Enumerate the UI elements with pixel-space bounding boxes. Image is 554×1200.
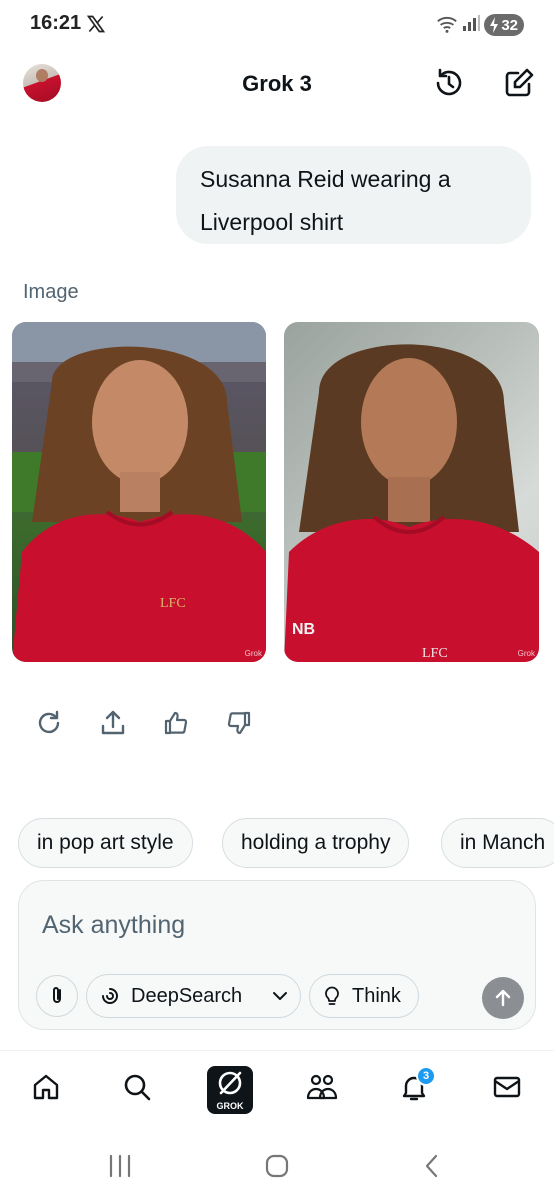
back-chevron-icon xyxy=(425,1154,438,1178)
chevron-down-icon[interactable] xyxy=(270,986,290,1006)
nav-grok[interactable]: GROK xyxy=(207,1066,253,1114)
status-time: 16:21 xyxy=(30,12,82,34)
refresh-icon xyxy=(38,710,60,734)
thumbs-up-button[interactable] xyxy=(159,706,193,740)
search-icon xyxy=(124,1074,151,1101)
thumbs-down-button[interactable] xyxy=(222,706,256,740)
svg-text:LFC: LFC xyxy=(160,596,186,611)
grok-logo-icon xyxy=(218,1071,242,1095)
recents-button[interactable] xyxy=(104,1150,136,1182)
generated-image-2[interactable]: LFC NB Grok xyxy=(284,322,539,662)
generated-image-1[interactable]: LFC Grok xyxy=(12,322,266,662)
recents-icon xyxy=(109,1154,131,1178)
people-icon xyxy=(306,1074,338,1100)
system-navigation xyxy=(0,1130,554,1200)
signal-icon xyxy=(462,14,480,37)
battery-bolt-icon xyxy=(490,17,498,33)
battery-indicator: 32 xyxy=(484,14,524,36)
image-watermark: Grok xyxy=(517,649,535,658)
composer: Ask anything DeepSearch Think xyxy=(18,880,536,1030)
arrow-up-icon xyxy=(495,989,511,1007)
svg-text:LFC: LFC xyxy=(422,646,448,661)
page-title: Grok 3 xyxy=(242,71,312,96)
nav-messages[interactable] xyxy=(487,1067,527,1107)
nav-search[interactable] xyxy=(117,1067,157,1107)
send-button[interactable] xyxy=(482,977,524,1019)
bottom-nav: GROK 3 xyxy=(0,1050,554,1130)
paperclip-icon xyxy=(53,987,61,1003)
back-button[interactable] xyxy=(416,1150,448,1182)
nav-home[interactable] xyxy=(26,1067,66,1107)
notification-badge: 3 xyxy=(416,1066,436,1086)
attach-button[interactable] xyxy=(36,975,78,1017)
share-button[interactable] xyxy=(96,706,130,740)
x-logo-icon xyxy=(86,14,106,39)
nav-communities[interactable] xyxy=(302,1067,342,1107)
new-chat-button[interactable] xyxy=(501,65,537,101)
portrait-studio-illustration: LFC NB xyxy=(284,344,539,662)
think-button[interactable]: Think xyxy=(309,974,419,1018)
suggestion-chip[interactable]: in Manch xyxy=(441,818,554,868)
deepsearch-button[interactable]: DeepSearch xyxy=(86,974,301,1018)
suggestion-chips: in pop art style holding a trophy in Man… xyxy=(18,818,554,870)
user-message-bubble: Susanna Reid wearing a Liverpool shirt xyxy=(176,146,531,244)
grok-tab-label: GROK xyxy=(216,1101,244,1111)
thumbs-up-icon xyxy=(164,711,188,735)
thumbs-down-icon xyxy=(227,711,251,735)
image-watermark: Grok xyxy=(244,649,262,658)
svg-text:NB: NB xyxy=(292,621,315,638)
regenerate-button[interactable] xyxy=(32,706,66,740)
suggestion-chip[interactable]: in pop art style xyxy=(18,818,193,868)
lightbulb-icon xyxy=(325,986,339,1005)
share-icon xyxy=(101,710,125,735)
wifi-icon xyxy=(436,14,458,39)
portrait-stadium-illustration: LFC xyxy=(12,322,266,662)
home-system-button[interactable] xyxy=(261,1150,293,1182)
app-header: Grok 3 xyxy=(0,56,554,112)
suggestion-chip[interactable]: holding a trophy xyxy=(222,818,410,868)
compose-icon xyxy=(505,68,534,97)
history-button[interactable] xyxy=(431,65,467,101)
think-label: Think xyxy=(352,984,401,1007)
status-bar: 16:21 32 xyxy=(0,0,554,50)
ask-input[interactable]: Ask anything xyxy=(42,911,185,940)
history-icon xyxy=(436,68,462,96)
home-icon xyxy=(33,1074,59,1100)
deepsearch-label: DeepSearch xyxy=(131,984,243,1007)
deepsearch-icon xyxy=(102,988,118,1004)
mail-icon xyxy=(493,1076,521,1098)
battery-level: 32 xyxy=(501,16,518,34)
image-section-label: Image xyxy=(23,281,79,303)
home-circle-icon xyxy=(265,1154,289,1178)
